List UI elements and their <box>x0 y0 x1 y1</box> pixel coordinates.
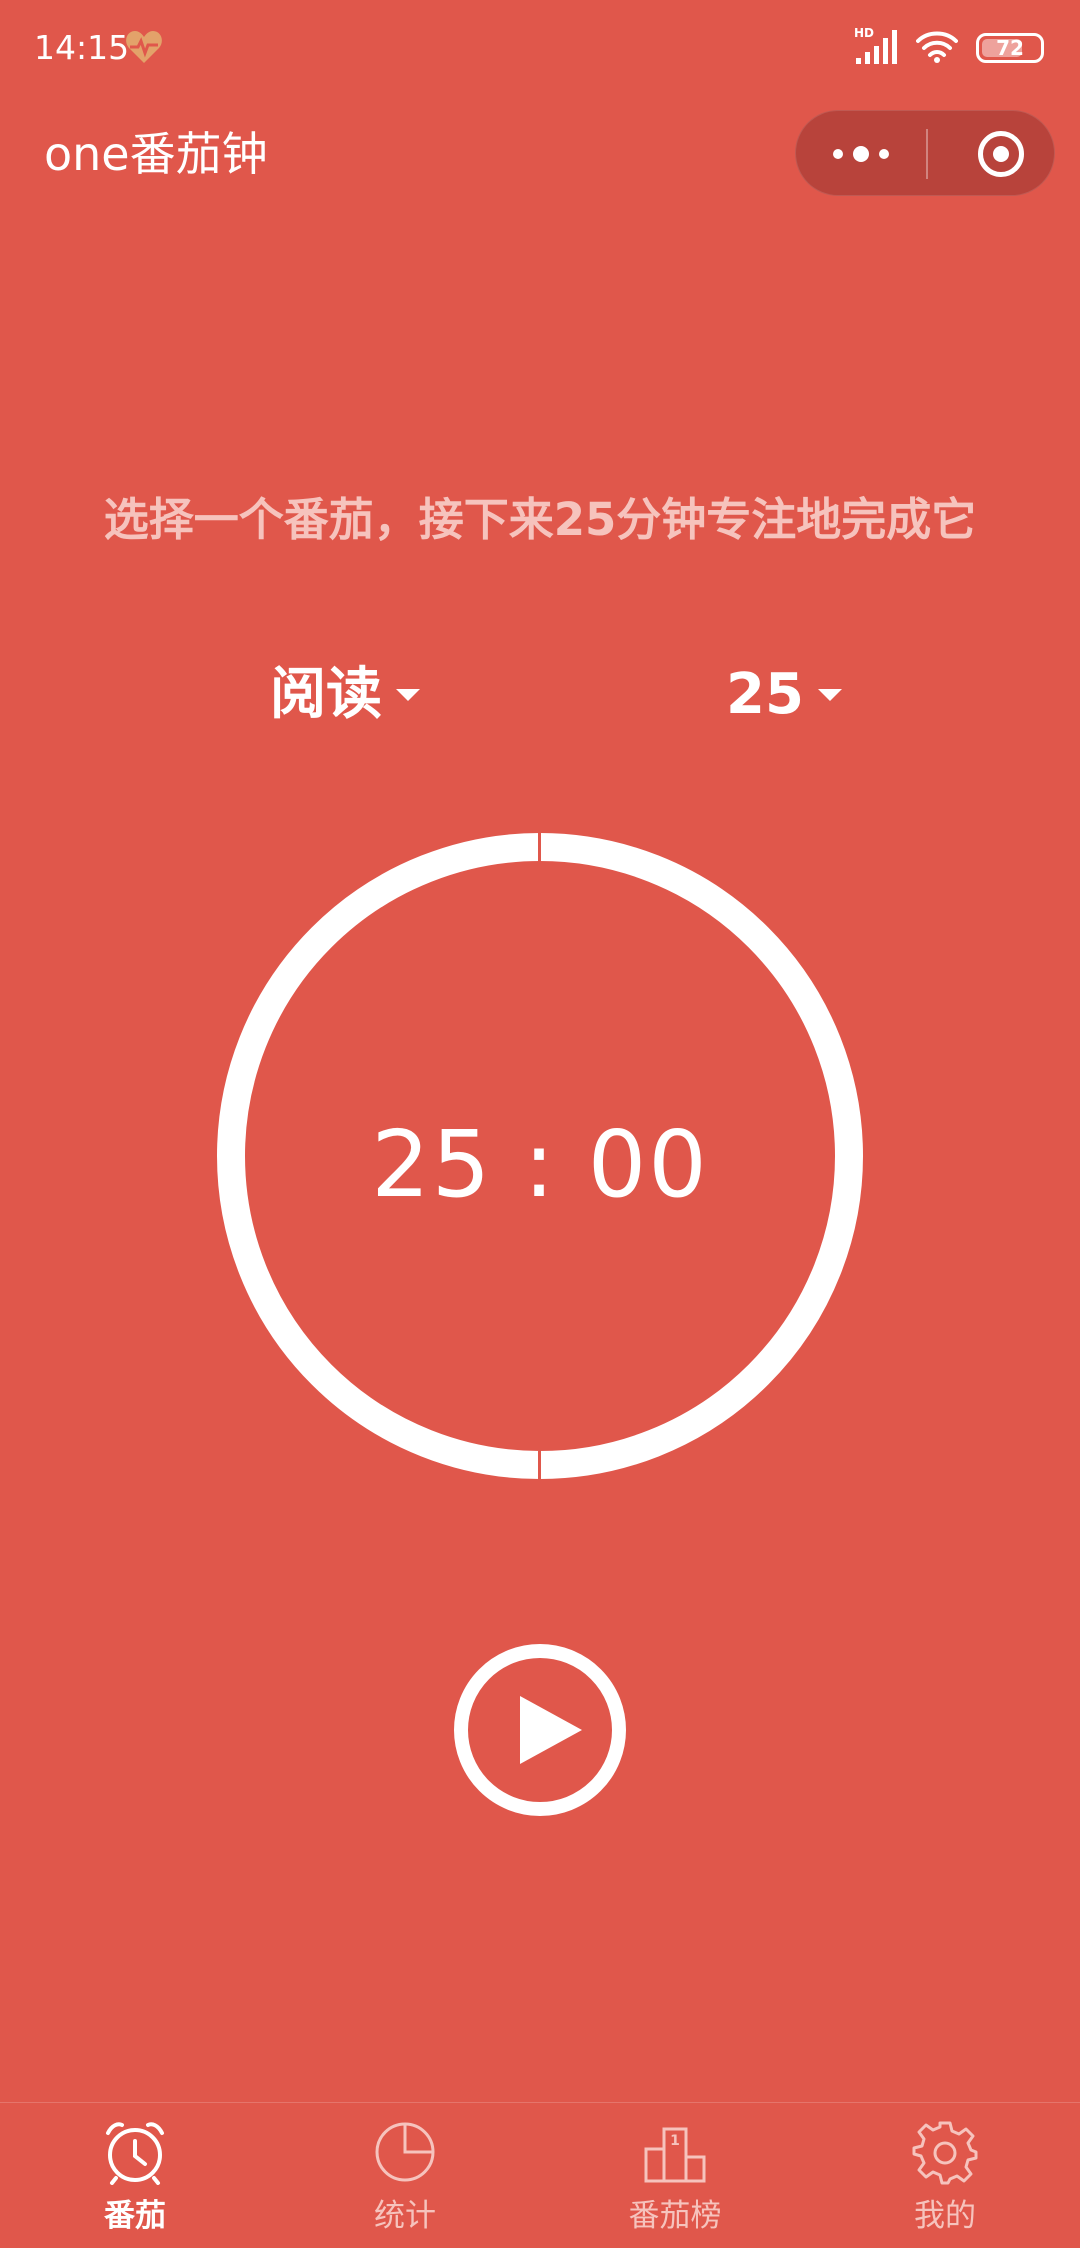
tab-leaderboard[interactable]: 1 番茄榜 <box>540 2103 810 2248</box>
battery-level: 72 <box>996 36 1024 60</box>
svg-text:1: 1 <box>670 2133 680 2149</box>
caret-down-icon <box>817 689 842 701</box>
more-button[interactable] <box>796 111 926 197</box>
status-icons: HD 72 <box>854 26 1044 70</box>
timer-countdown: 25 : 00 <box>371 1111 709 1218</box>
play-button[interactable] <box>454 1644 626 1816</box>
wifi-icon <box>916 29 958 67</box>
instruction-text: 选择一个番茄，接下来25分钟专注地完成它 <box>103 493 977 546</box>
minutes-picker[interactable]: 25 <box>726 660 842 730</box>
more-dot-icon <box>853 146 869 162</box>
tab-label: 统计 <box>374 2198 436 2234</box>
capsule-divider <box>926 129 928 179</box>
close-mini-program-button[interactable] <box>946 111 1056 197</box>
caret-down-icon <box>396 689 420 701</box>
signal-icon: HD <box>854 26 898 70</box>
battery-icon: 72 <box>976 33 1044 63</box>
more-dot-icon <box>833 149 843 159</box>
pie-chart-icon <box>372 2119 438 2185</box>
minutes-picker-value: 25 <box>726 662 804 727</box>
network-label: HD <box>854 26 874 40</box>
status-time: 14:15 <box>34 28 130 67</box>
mini-program-capsule <box>795 110 1055 196</box>
tab-label: 番茄 <box>104 2198 166 2234</box>
ring-tick-top <box>538 833 541 863</box>
target-close-icon <box>978 131 1024 177</box>
alarm-clock-icon <box>102 2119 168 2185</box>
podium-icon: 1 <box>642 2119 708 2185</box>
more-dot-icon <box>879 149 889 159</box>
tab-tomato[interactable]: 番茄 <box>0 2103 270 2248</box>
app-title: one番茄钟 <box>44 127 268 181</box>
tab-label: 我的 <box>914 2198 976 2234</box>
tab-label: 番茄榜 <box>628 2198 722 2234</box>
play-icon <box>520 1696 582 1764</box>
gear-icon <box>912 2119 978 2185</box>
tab-statistics[interactable]: 统计 <box>270 2103 540 2248</box>
health-heart-icon <box>124 28 164 66</box>
task-picker[interactable]: 阅读 <box>270 660 420 730</box>
tab-bar: 番茄 统计 1 番茄榜 我的 <box>0 2102 1080 2248</box>
ring-tick-bottom <box>538 1451 541 1481</box>
tab-mine[interactable]: 我的 <box>810 2103 1080 2248</box>
task-picker-value: 阅读 <box>270 662 382 727</box>
status-bar: 14:15 HD 72 <box>0 0 1080 96</box>
